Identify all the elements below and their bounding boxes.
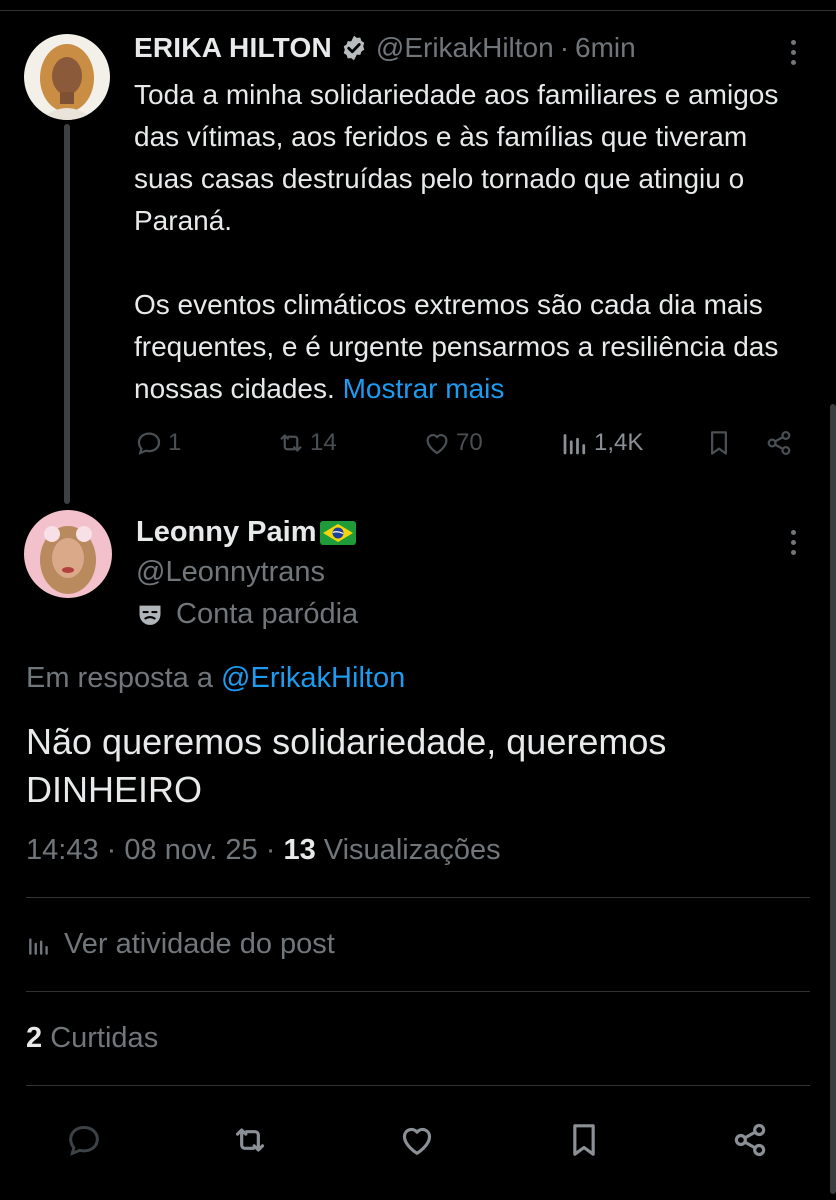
views-number: 13 — [283, 834, 316, 866]
bookmark-icon — [711, 431, 727, 455]
repost-icon — [280, 434, 302, 452]
scrollbar[interactable] — [830, 404, 836, 1194]
post-time[interactable]: 14:43 — [26, 834, 99, 866]
bookmark-action[interactable] — [704, 428, 734, 458]
divider — [26, 897, 810, 898]
likes-label: Curtidas — [50, 1022, 159, 1054]
bookmark-icon — [573, 1124, 595, 1156]
verified-icon — [343, 35, 365, 61]
in-reply-to: Em resposta a @ErikakHilton — [26, 662, 405, 695]
meta-separator-1: · — [106, 834, 117, 866]
parent-paragraph-2: Os eventos climáticos extremos são cada … — [134, 284, 814, 410]
reply-prefix: Em resposta a — [26, 662, 213, 694]
header-separator: · — [559, 32, 570, 63]
reply-icon — [69, 1125, 99, 1156]
reply-count: 1 — [168, 429, 182, 456]
like-icon — [426, 434, 448, 455]
share-action[interactable] — [764, 428, 794, 458]
repost-icon — [235, 1128, 265, 1152]
share-icon — [767, 430, 791, 456]
parody-label: Conta paródia — [136, 598, 358, 631]
parent-timestamp[interactable]: 6min — [575, 32, 636, 64]
reply-more-icon[interactable] — [788, 530, 798, 555]
repost-count: 14 — [310, 429, 337, 456]
share-icon — [734, 1123, 766, 1157]
reply-button[interactable] — [62, 1118, 106, 1162]
meta-separator-2: · — [265, 834, 276, 866]
like-count: 70 — [456, 429, 483, 456]
action-bar — [0, 1110, 836, 1166]
views-count: 1,4K — [594, 429, 644, 456]
reply-author[interactable]: Leonny Paim — [136, 516, 357, 549]
parent-text: Toda a minha solidariedade aos familiare… — [134, 74, 814, 410]
reply-text: Não queremos solidariedade, queremos DIN… — [26, 721, 667, 810]
reply-author-name[interactable]: Leonny Paim — [136, 516, 317, 549]
likes-summary[interactable]: 2 Curtidas — [26, 1022, 158, 1055]
parent-actions: 1 14 70 1,4K — [134, 428, 814, 468]
parody-text: Conta paródia — [176, 598, 359, 630]
post-activity-link[interactable]: Ver atividade do post — [26, 928, 335, 961]
parent-tweet[interactable]: ERIKA HILTON @ErikakHilton · 6min Toda a… — [0, 0, 836, 504]
views-icon — [563, 434, 586, 455]
bookmark-button[interactable] — [562, 1118, 606, 1162]
parent-author-name[interactable]: ERIKA HILTON — [134, 32, 332, 64]
divider — [26, 991, 810, 992]
views-action[interactable]: 1,4K — [560, 428, 643, 458]
like-button[interactable] — [395, 1118, 439, 1162]
reply-handle[interactable]: @Leonnytrans — [136, 556, 325, 589]
parent-paragraph-1: Toda a minha solidariedade aos familiare… — [134, 79, 779, 236]
thread-line — [64, 124, 70, 504]
show-more-link[interactable]: Mostrar mais — [343, 373, 505, 404]
parent-handle[interactable]: @ErikakHilton — [376, 32, 554, 64]
like-icon — [402, 1127, 432, 1155]
share-button[interactable] — [728, 1118, 772, 1162]
divider — [26, 1085, 810, 1086]
reply-icon — [137, 432, 161, 455]
parody-mask-icon — [139, 605, 161, 625]
parent-avatar[interactable] — [24, 34, 110, 120]
analytics-icon — [29, 937, 48, 955]
post-meta: 14:43 · 08 nov. 25 · 13 Visualizações — [26, 834, 501, 867]
reply-action[interactable]: 1 — [134, 428, 181, 458]
likes-number: 2 — [26, 1022, 43, 1054]
reply-avatar[interactable] — [24, 510, 112, 598]
repost-button[interactable] — [228, 1118, 272, 1162]
parent-header: ERIKA HILTON @ErikakHilton · 6min — [134, 30, 636, 66]
brazil-flag-icon — [319, 520, 356, 545]
views-label: Visualizações — [323, 834, 501, 866]
like-action[interactable]: 70 — [422, 428, 483, 458]
reply-to-link[interactable]: @ErikakHilton — [221, 662, 405, 694]
more-icon[interactable] — [788, 40, 798, 65]
repost-action[interactable]: 14 — [276, 428, 337, 458]
activity-label: Ver atividade do post — [64, 928, 335, 960]
post-date[interactable]: 08 nov. 25 — [124, 834, 257, 866]
